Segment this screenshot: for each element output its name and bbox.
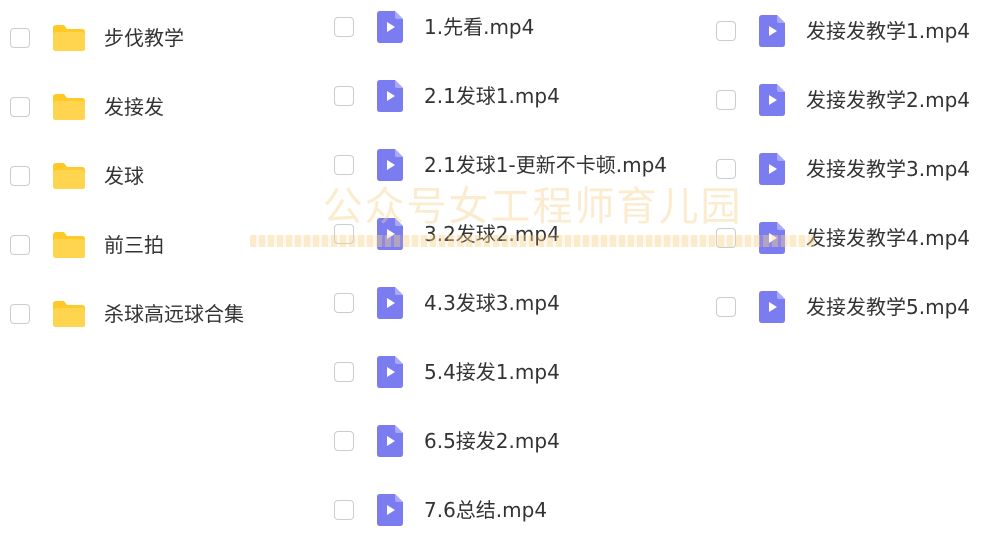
select-checkbox[interactable] [334,431,354,451]
select-checkbox[interactable] [334,293,354,313]
folder-icon [53,25,85,51]
select-checkbox[interactable] [10,304,30,324]
file-name: 发接发教学3.mp4 [806,157,970,181]
select-checkbox[interactable] [334,17,354,37]
select-checkbox[interactable] [716,21,736,41]
folder-item[interactable]: 前三拍 [10,225,164,265]
select-checkbox[interactable] [334,362,354,382]
video-file-icon [759,15,785,47]
folder-name: 杀球高远球合集 [104,302,244,326]
video-file-icon [377,494,403,526]
folder-icon [53,94,85,120]
folder-name: 发球 [104,164,144,188]
video-file-icon [759,291,785,323]
folder-item[interactable]: 发接发 [10,87,164,127]
file-item[interactable]: 5.4接发1.mp4 [334,352,560,392]
select-checkbox[interactable] [716,90,736,110]
select-checkbox[interactable] [716,159,736,179]
file-item[interactable]: 7.6总结.mp4 [334,490,547,530]
file-name: 发接发教学4.mp4 [806,226,970,250]
select-checkbox[interactable] [10,166,30,186]
file-item[interactable]: 6.5接发2.mp4 [334,421,560,461]
file-item[interactable]: 发接发教学5.mp4 [716,287,970,327]
file-name: 2.1发球1.mp4 [424,84,560,108]
file-item[interactable]: 发接发教学1.mp4 [716,11,970,51]
folder-item[interactable]: 发球 [10,156,144,196]
select-checkbox[interactable] [334,500,354,520]
folder-name: 步伐教学 [104,26,184,50]
select-checkbox[interactable] [334,224,354,244]
select-checkbox[interactable] [716,228,736,248]
folder-icon [53,301,85,327]
folder-item[interactable]: 步伐教学 [10,18,184,58]
select-checkbox[interactable] [10,97,30,117]
folder-name: 前三拍 [104,233,164,257]
file-item[interactable]: 2.1发球1.mp4 [334,76,560,116]
file-item[interactable]: 3.2发球2.mp4 [334,214,560,254]
video-file-icon [377,80,403,112]
file-name: 7.6总结.mp4 [424,498,548,522]
select-checkbox[interactable] [716,297,736,317]
video-file-icon [377,218,403,250]
video-file-icon [759,153,785,185]
folder-item[interactable]: 杀球高远球合集 [10,294,244,334]
video-file-icon [759,222,785,254]
file-name: 发接发教学2.mp4 [806,88,970,112]
select-checkbox[interactable] [10,235,30,255]
folder-name: 发接发 [104,95,164,119]
file-item[interactable]: 发接发教学4.mp4 [716,218,970,258]
select-checkbox[interactable] [334,86,354,106]
file-name: 5.4接发1.mp4 [424,360,560,384]
file-name: 2.1发球1-更新不卡顿.mp4 [424,153,668,177]
select-checkbox[interactable] [10,28,30,48]
file-name: 6.5接发2.mp4 [424,429,560,453]
file-item[interactable]: 1.先看.mp4 [334,7,534,47]
video-file-icon [377,425,403,457]
video-file-icon [377,11,403,43]
file-name: 3.2发球2.mp4 [424,222,560,246]
file-item[interactable]: 发接发教学2.mp4 [716,80,970,120]
video-file-icon [377,287,403,319]
file-item[interactable]: 发接发教学3.mp4 [716,149,970,189]
file-name: 发接发教学5.mp4 [806,295,970,319]
file-name: 发接发教学1.mp4 [806,19,970,43]
file-name: 1.先看.mp4 [424,15,535,39]
folder-icon [53,163,85,189]
file-name: 4.3发球3.mp4 [424,291,560,315]
file-item[interactable]: 4.3发球3.mp4 [334,283,560,323]
file-item[interactable]: 2.1发球1-更新不卡顿.mp4 [334,145,667,185]
select-checkbox[interactable] [334,155,354,175]
video-file-icon [377,356,403,388]
video-file-icon [377,149,403,181]
video-file-icon [759,84,785,116]
folder-icon [53,232,85,258]
